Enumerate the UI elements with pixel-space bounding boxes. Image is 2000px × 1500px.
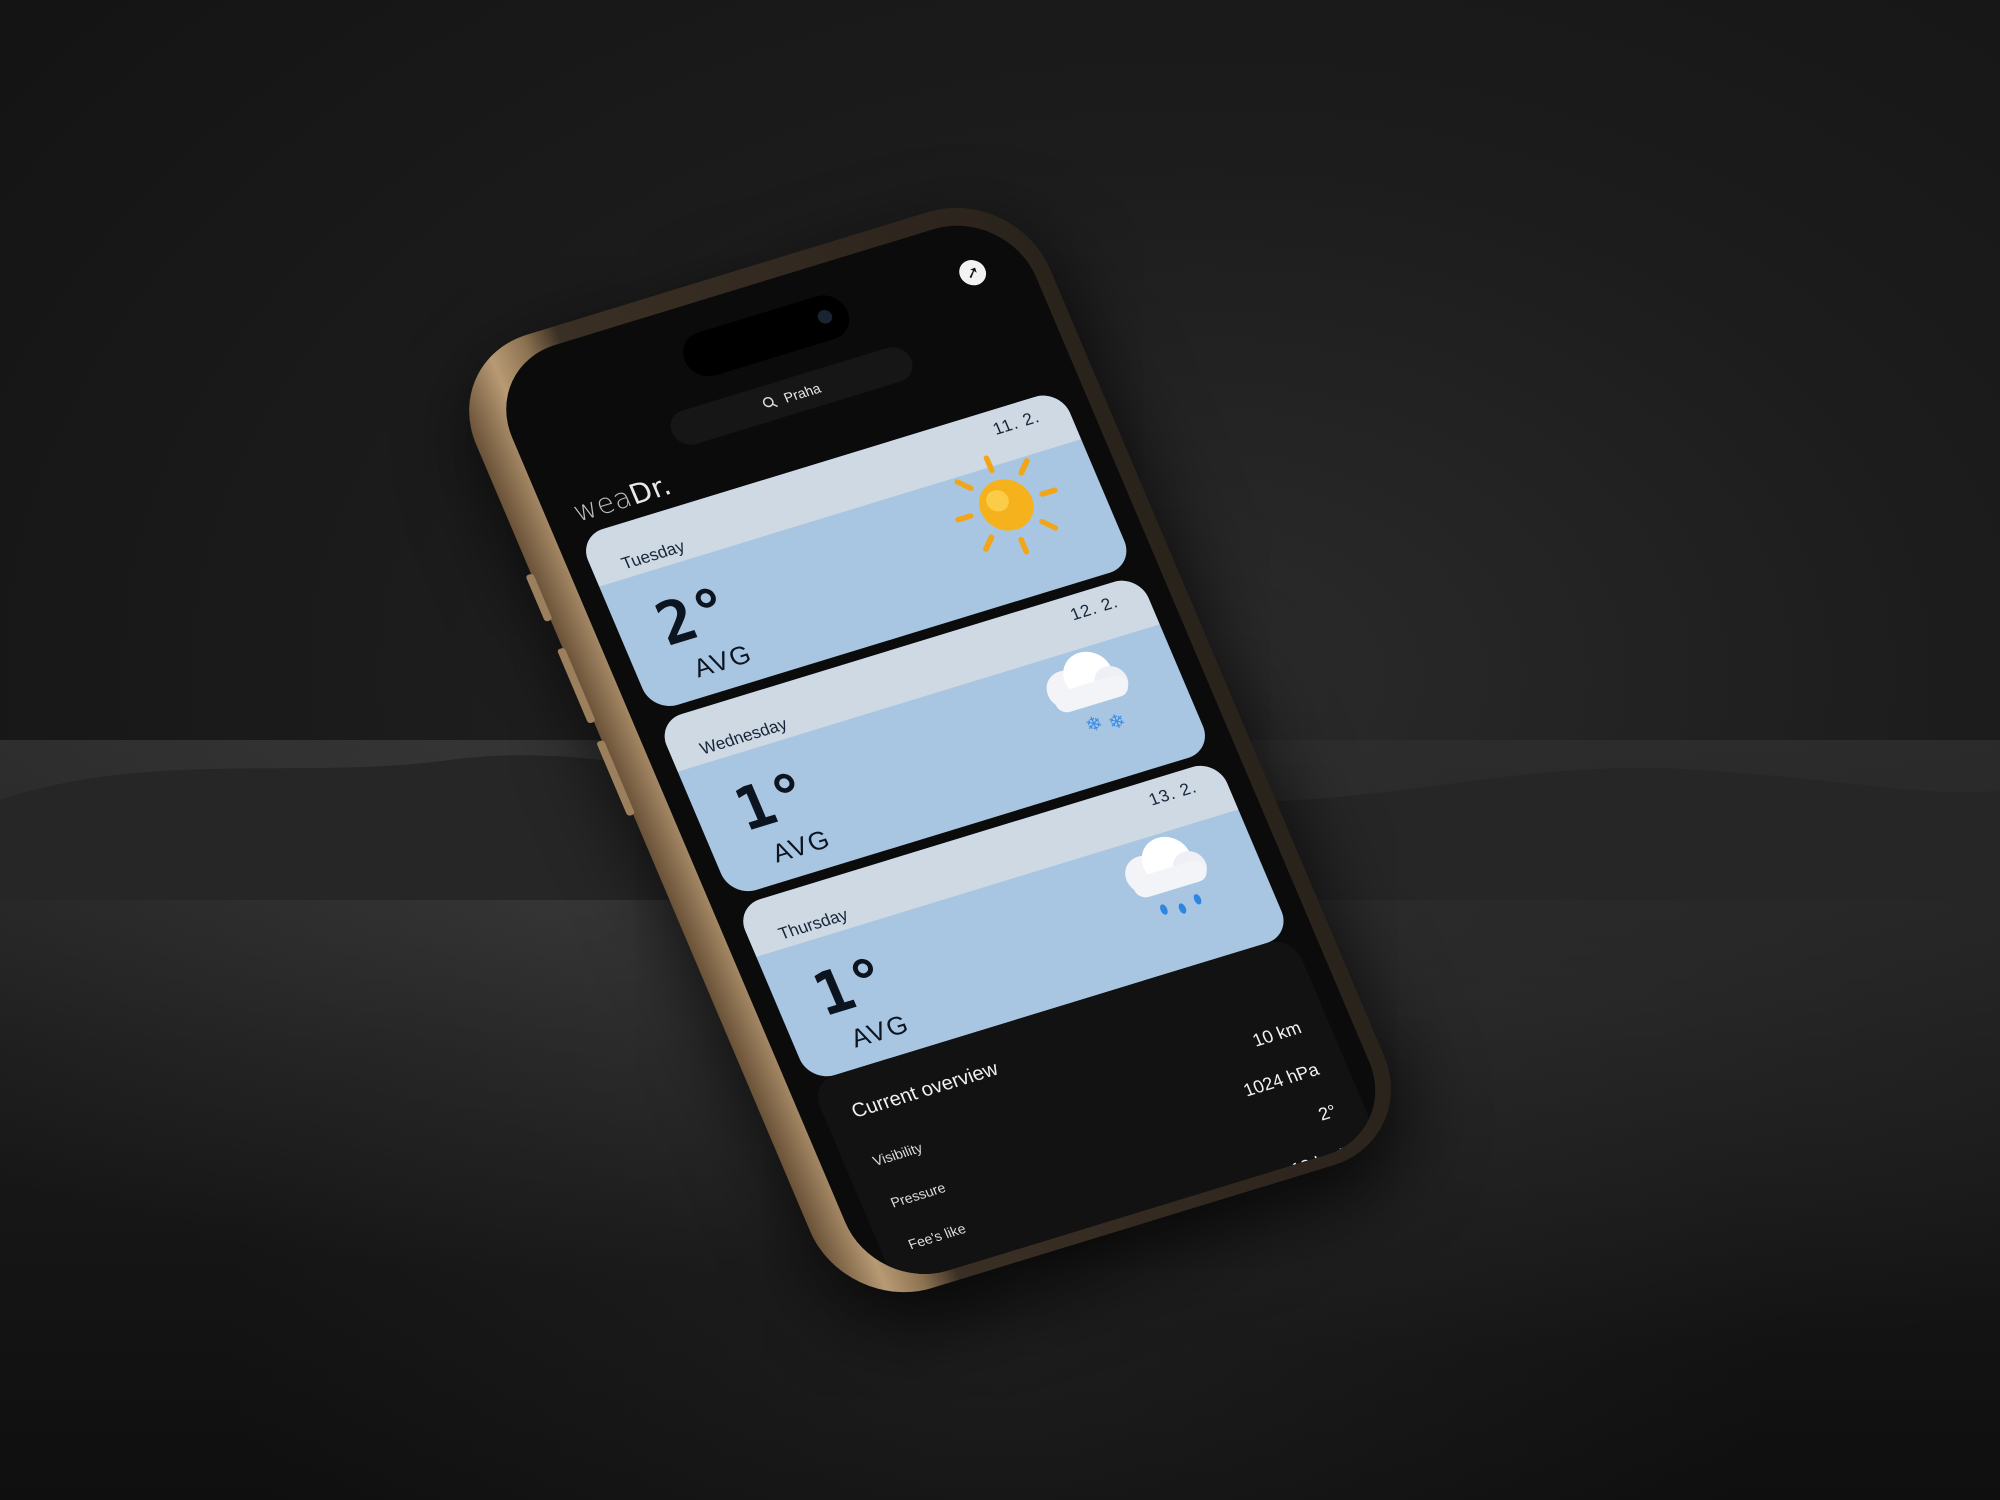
svg-text:❄: ❄ (1082, 711, 1107, 737)
camera-icon (815, 308, 835, 326)
overview-label: Fee's like (905, 1220, 969, 1253)
overview-label: Visibility (870, 1139, 925, 1169)
location-icon[interactable]: ➚ (955, 256, 991, 289)
overview-label: Pressure (888, 1179, 948, 1211)
overview-value: 10 km (1249, 1017, 1305, 1051)
search-input[interactable]: Praha (781, 380, 823, 406)
svg-text:❄: ❄ (1105, 709, 1130, 735)
overview-value: 1024 hPa (1240, 1059, 1322, 1101)
phone-side-button-2 (556, 647, 596, 724)
phone-side-button-1 (525, 573, 553, 622)
overview-value: 2° (1315, 1100, 1340, 1125)
search-icon (763, 396, 779, 408)
